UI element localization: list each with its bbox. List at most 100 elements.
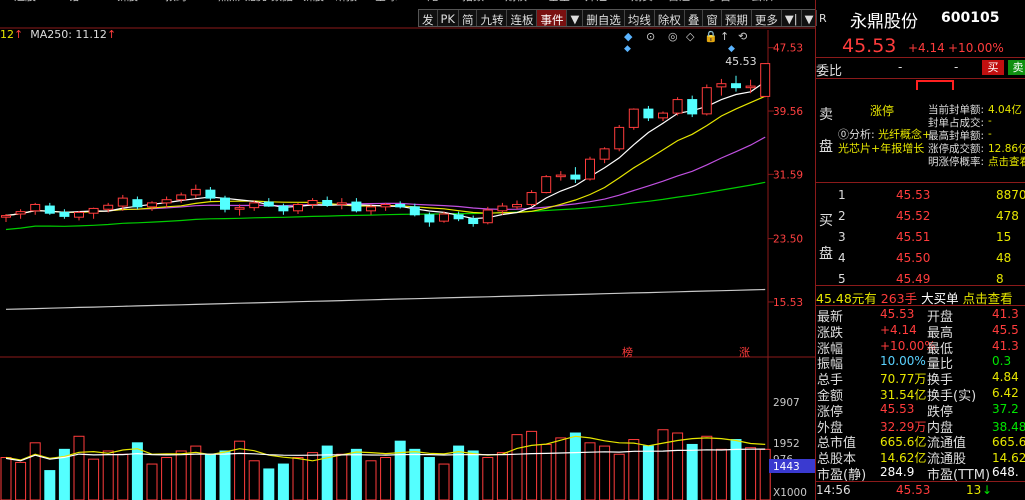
volume-bar[interactable] bbox=[686, 443, 698, 500]
chart-tool-icon[interactable]: ↑ bbox=[720, 30, 729, 43]
volume-bar[interactable] bbox=[131, 442, 143, 500]
rank-marker[interactable]: 榜 bbox=[622, 345, 633, 359]
volume-bar[interactable] bbox=[380, 457, 392, 500]
candle[interactable] bbox=[643, 105, 654, 122]
volume-bar[interactable] bbox=[365, 460, 377, 500]
chart-tool-icon[interactable]: ◎ bbox=[668, 30, 678, 43]
candle[interactable] bbox=[351, 198, 362, 213]
candle[interactable] bbox=[322, 196, 333, 207]
volume-bar[interactable] bbox=[759, 448, 771, 500]
candle[interactable] bbox=[468, 215, 479, 227]
volume-bar[interactable] bbox=[730, 439, 742, 500]
volume-bar[interactable] bbox=[102, 450, 114, 500]
candle[interactable] bbox=[30, 202, 41, 215]
volume-bar[interactable] bbox=[438, 463, 450, 500]
volume-bar[interactable] bbox=[511, 434, 523, 500]
candle[interactable] bbox=[701, 84, 712, 116]
volume-bar[interactable] bbox=[409, 448, 421, 500]
candle[interactable] bbox=[760, 63, 771, 98]
bid-price[interactable]: 45.52 bbox=[896, 209, 930, 223]
volume-bar[interactable] bbox=[44, 470, 56, 500]
candle[interactable] bbox=[526, 190, 537, 207]
candle[interactable] bbox=[409, 203, 420, 217]
diamond-icon-2[interactable]: ◆ bbox=[728, 44, 735, 54]
volume-bar[interactable] bbox=[263, 468, 275, 500]
order-bar-link[interactable]: 点击查看 bbox=[963, 291, 1013, 306]
volume-bar[interactable] bbox=[117, 453, 129, 500]
volume-bar[interactable] bbox=[613, 453, 625, 500]
volume-bar[interactable] bbox=[88, 458, 100, 500]
volume-bar[interactable] bbox=[277, 463, 289, 500]
chart-tool-icon[interactable]: ◆ bbox=[624, 30, 633, 43]
volume-bar[interactable] bbox=[219, 450, 231, 500]
volume-bar[interactable] bbox=[146, 463, 158, 500]
candle[interactable] bbox=[585, 156, 595, 181]
candle[interactable] bbox=[205, 186, 216, 201]
volume-bar[interactable] bbox=[657, 429, 669, 500]
volume-bar[interactable] bbox=[394, 440, 406, 500]
candle[interactable] bbox=[424, 212, 435, 227]
volume-bar[interactable] bbox=[467, 450, 479, 500]
candle[interactable] bbox=[555, 171, 566, 181]
candle[interactable] bbox=[745, 79, 756, 94]
chart-tool-icon[interactable]: ⟲ bbox=[738, 30, 747, 43]
candle[interactable] bbox=[541, 175, 552, 194]
volume-bar[interactable] bbox=[175, 450, 187, 500]
candle[interactable] bbox=[44, 202, 55, 215]
volume-bar[interactable] bbox=[336, 453, 348, 500]
candle[interactable] bbox=[74, 210, 84, 221]
candle[interactable] bbox=[672, 97, 683, 116]
volume-bar[interactable] bbox=[73, 435, 85, 500]
candle[interactable] bbox=[1, 214, 11, 222]
chart-tool-icon[interactable]: 🔒 bbox=[704, 30, 718, 43]
volume-bar[interactable] bbox=[599, 445, 611, 500]
chart-tool-icon[interactable]: ⊙ bbox=[646, 30, 655, 43]
volume-bar[interactable] bbox=[715, 448, 727, 500]
volume-bar[interactable] bbox=[672, 432, 684, 500]
volume-bar[interactable] bbox=[628, 439, 640, 500]
candle[interactable] bbox=[716, 78, 727, 96]
volume-bar[interactable] bbox=[204, 453, 216, 500]
candle[interactable] bbox=[293, 202, 303, 214]
analysis-value-2[interactable]: 光芯片+年报增长 bbox=[838, 140, 924, 156]
candle[interactable] bbox=[380, 202, 391, 211]
volume-bar[interactable] bbox=[15, 461, 27, 500]
bid-price[interactable]: 45.51 bbox=[896, 230, 930, 244]
volume-bar[interactable] bbox=[321, 445, 333, 500]
volume-bar[interactable] bbox=[642, 445, 654, 500]
bid-price[interactable]: 45.49 bbox=[896, 272, 930, 286]
candle[interactable] bbox=[512, 200, 522, 210]
buy-button[interactable]: 买 bbox=[982, 60, 1004, 75]
bid-price[interactable]: 45.53 bbox=[896, 188, 930, 202]
chart-tool-icon[interactable]: ◇ bbox=[686, 30, 695, 43]
candle[interactable] bbox=[59, 209, 70, 219]
volume-bar[interactable] bbox=[701, 435, 713, 500]
sell-button[interactable]: 卖 bbox=[1008, 60, 1025, 75]
limit-up-marker[interactable]: 涨 bbox=[739, 346, 750, 359]
volume-bar[interactable] bbox=[745, 447, 757, 500]
candle[interactable] bbox=[234, 204, 245, 216]
candle[interactable] bbox=[614, 125, 625, 152]
volume-bar[interactable] bbox=[423, 457, 435, 500]
candle[interactable] bbox=[88, 207, 99, 219]
candle[interactable] bbox=[15, 209, 26, 219]
candle[interactable] bbox=[336, 198, 347, 210]
volume-bar[interactable] bbox=[569, 432, 581, 500]
volume-bar[interactable] bbox=[584, 442, 596, 500]
volume-bar[interactable] bbox=[248, 460, 260, 500]
candle[interactable] bbox=[687, 95, 698, 118]
volume-bar[interactable] bbox=[292, 457, 304, 500]
candle[interactable] bbox=[570, 167, 581, 184]
candle[interactable] bbox=[628, 108, 639, 130]
volume-bar[interactable] bbox=[161, 457, 173, 500]
candle[interactable] bbox=[731, 75, 741, 92]
volume-bar[interactable] bbox=[29, 442, 41, 500]
candle[interactable] bbox=[307, 198, 318, 209]
bid-price[interactable]: 45.50 bbox=[896, 251, 930, 265]
volume-bar[interactable] bbox=[526, 430, 538, 500]
limit-info-value[interactable]: 点击查看 bbox=[988, 154, 1025, 169]
candle[interactable] bbox=[263, 198, 274, 207]
diamond-icon[interactable]: ◆ bbox=[624, 44, 631, 54]
kline-chart[interactable]: 47.5339.5631.5923.5015.5345.53榜 涨◆ ⊙ ◎ ◇ 🔒 ↑ ⟲◆… bbox=[0, 0, 815, 500]
candle[interactable] bbox=[658, 111, 668, 122]
